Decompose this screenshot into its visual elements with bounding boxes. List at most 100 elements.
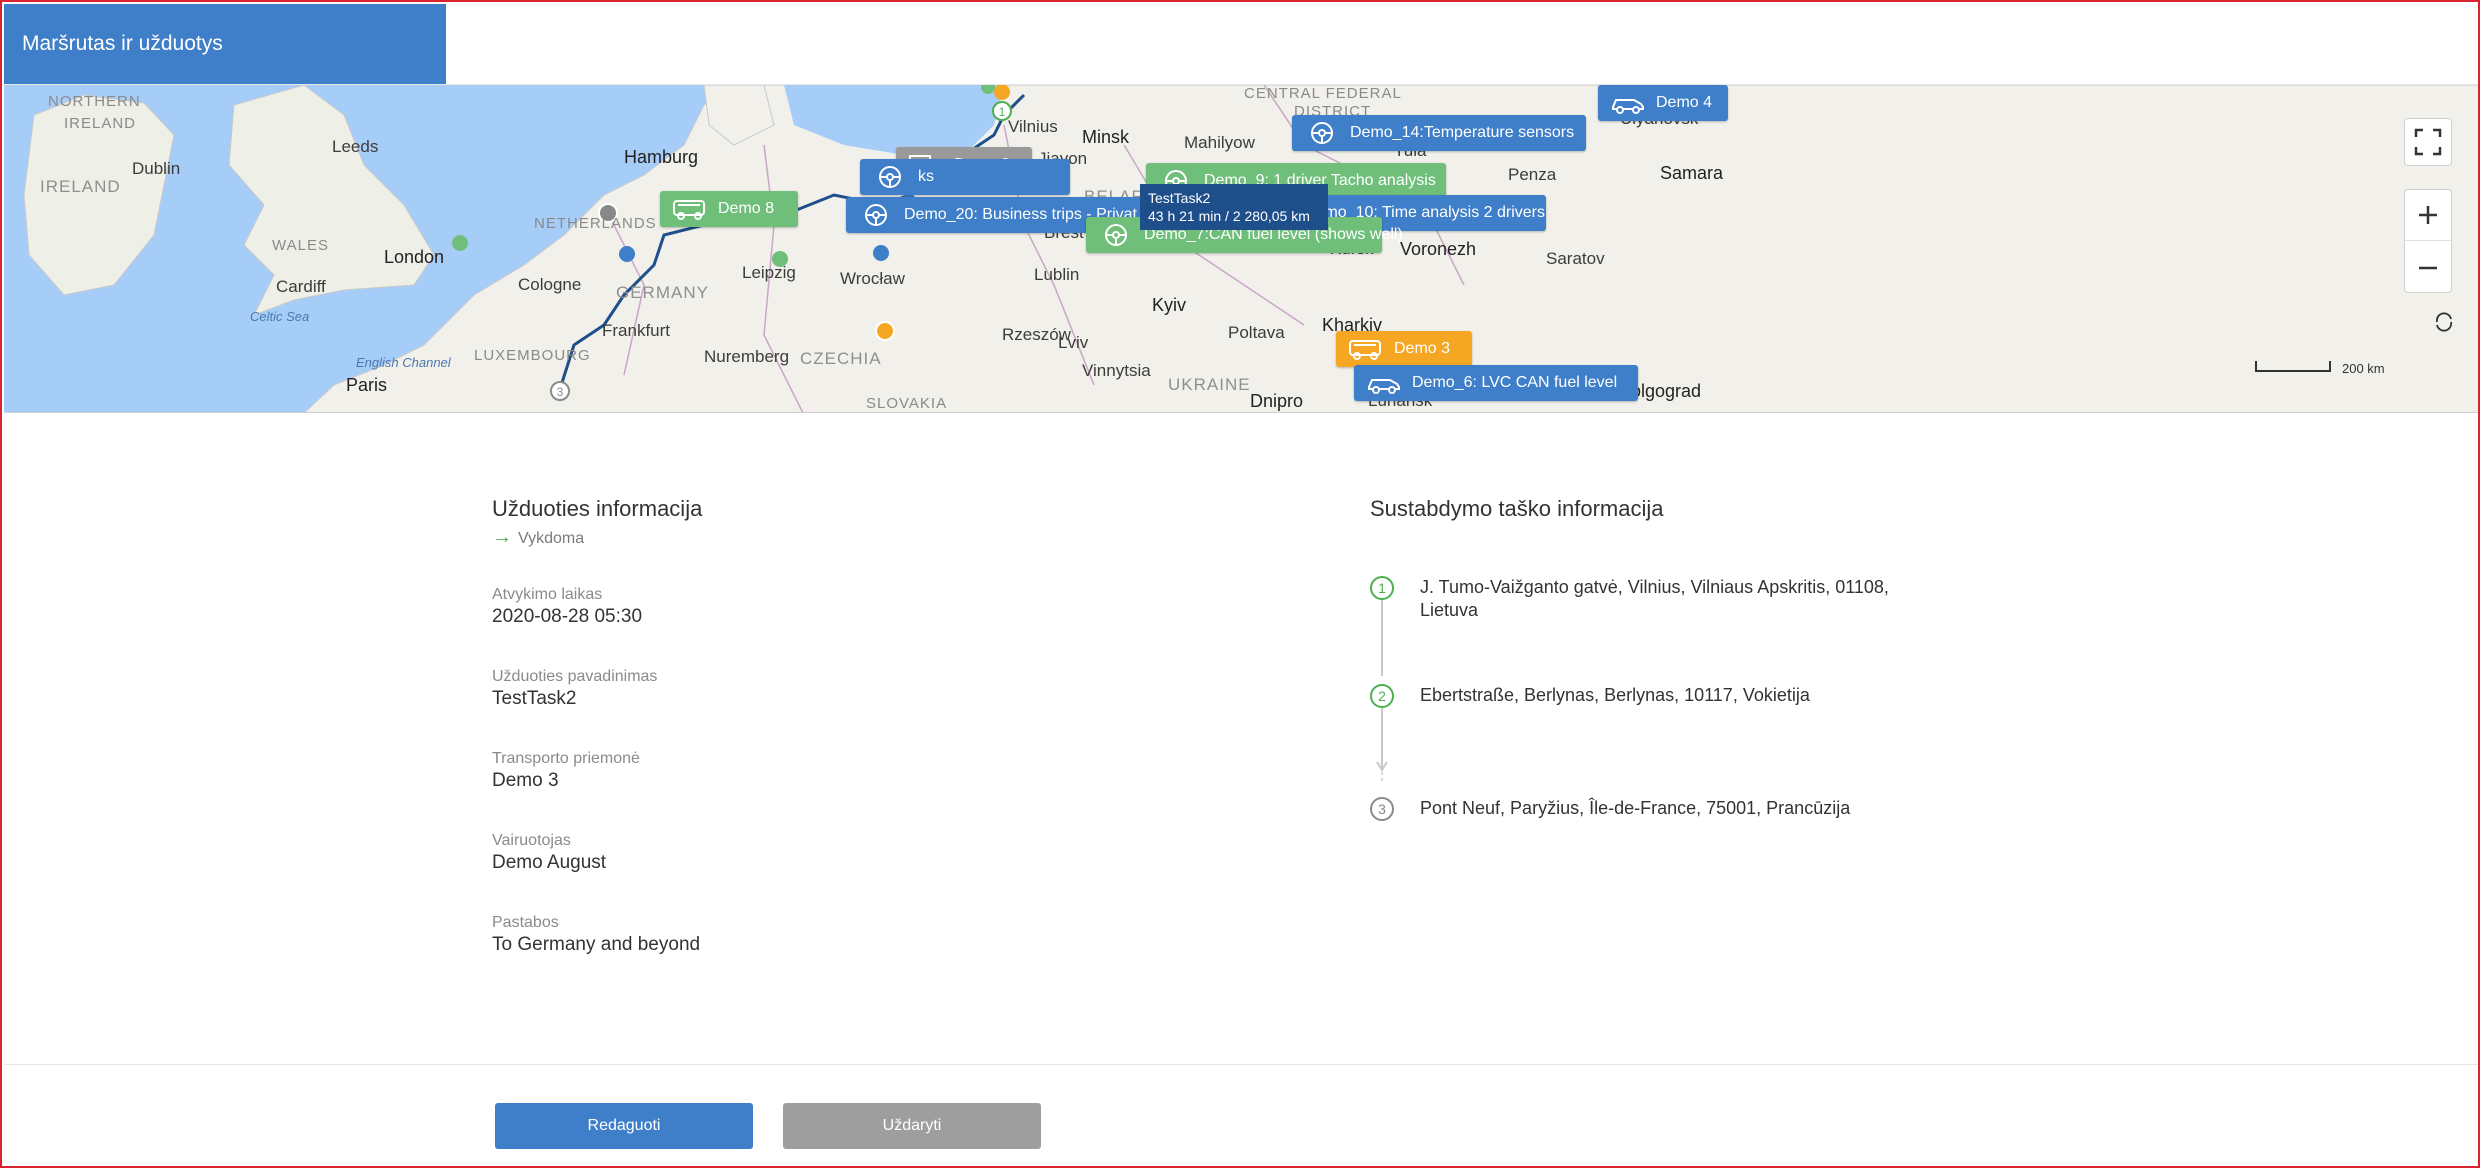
tooltip-detail: 43 h 21 min / 2 280,05 km [1148, 208, 1310, 224]
footer [4, 1064, 2478, 1166]
vehicle-label: Transporto priemonė [492, 750, 640, 767]
map-place-label: WALES [272, 237, 329, 254]
stop-number: 2 [1370, 684, 1394, 708]
map-place-label: London [384, 247, 445, 267]
arrow-right-icon: → [492, 526, 512, 548]
map-place-label: Leeds [332, 137, 379, 156]
edit-button[interactable]: Redaguoti [495, 1103, 753, 1149]
header: Maršrutas ir užduotys [2, 2, 2478, 85]
map-place-label: Celtic Sea [250, 309, 310, 324]
map-place-label: Poltava [1228, 323, 1285, 342]
vehicle-label-demo4[interactable]: Demo 4 [1598, 85, 1728, 121]
map-place-label: Kyiv [1152, 295, 1187, 315]
stop-connector [1381, 598, 1383, 676]
map-place-label: Minsk [1082, 127, 1130, 147]
map-place-label: Vinnytsia [1082, 361, 1151, 380]
minus-icon [2419, 266, 2437, 269]
task-info-title: Užduoties informacija [492, 496, 703, 521]
vehicle-label-demo14[interactable]: Demo_14:Temperature sensors [1292, 115, 1586, 151]
stop-number: 3 [1370, 797, 1394, 821]
stop-address: J. Tumo-Vaižganto gatvė, Vilnius, Vilnia… [1420, 577, 1889, 620]
map-place-label: IRELAND [64, 115, 137, 132]
close-button[interactable]: Uždaryti [783, 1103, 1041, 1149]
stop-connector [1381, 708, 1383, 760]
map-place-label: Dnipro [1250, 391, 1304, 411]
map-place-label: Wrocław [840, 269, 905, 288]
vehicle-label-demo_trucks[interactable]: ks [860, 159, 1070, 195]
vehicle-label-demo8[interactable]: Demo 8 [660, 191, 798, 227]
map-place-label: Cardiff [276, 277, 326, 296]
driver-label: Vairuotojas [492, 832, 571, 849]
notes-label: Pastabos [492, 914, 559, 931]
map-place-label: Nuremberg [704, 347, 790, 366]
bus-icon [672, 197, 708, 221]
steering-wheel-icon [1098, 223, 1134, 247]
map-place-label: Samara [1660, 163, 1724, 183]
refresh-icon [2435, 312, 2453, 332]
stop-number: 1 [1370, 576, 1394, 600]
plus-icon [2419, 206, 2437, 224]
car-icon [1610, 91, 1646, 115]
vehicle-label-text: Demo 8 [718, 200, 775, 217]
svg-text:3: 3 [557, 385, 564, 399]
zoom-in-button[interactable] [2405, 190, 2451, 241]
task-status-label: Vykdoma [518, 530, 585, 547]
map-view[interactable]: 3 1 NORTHERN IRELAND IRELAND Dublin Leeds WAL… [4, 85, 2478, 413]
vehicle-label-demo3[interactable]: Demo 3 [1336, 331, 1472, 367]
map-place-label: Lublin [1034, 265, 1080, 284]
map-place-label: Paris [346, 375, 388, 395]
map-place-label: Hamburg [624, 147, 699, 167]
stop-arrow-icon [1376, 754, 1388, 784]
map-place-label: UKRAINE [1168, 375, 1251, 394]
driver-value: Demo August [492, 852, 607, 873]
map-place-label: Vilnius [1008, 117, 1058, 136]
stop-address: Pont Neuf, Paryžius, Île-de-France, 7500… [1420, 798, 1851, 818]
task-name-label: Užduoties pavadinimas [492, 668, 658, 685]
arrival-time-label: Atvykimo laikas [492, 586, 603, 603]
map-place-label: Voronezh [1400, 239, 1477, 259]
map-place-label: Penza [1508, 165, 1557, 184]
map-place-label: NORTHERN [48, 93, 141, 110]
scale-label: 200 km [2342, 361, 2385, 376]
app-frame: Maršrutas ir užduotys 3 1 NORTHERN IRELA… [0, 0, 2480, 1168]
zoom-out-button[interactable] [2405, 242, 2451, 293]
map-place-label: Frankfurt [602, 321, 671, 340]
map-place-label: CZECHIA [800, 349, 882, 368]
map-place-label: Mahilyow [1184, 133, 1255, 152]
map-place-label: Leipzig [742, 263, 796, 282]
map-place-label: NETHERLANDS [534, 215, 657, 232]
map-place-label: CENTRAL FEDERAL [1244, 85, 1402, 102]
vehicle-label-text: Demo_6: LVC CAN fuel level [1412, 374, 1618, 391]
fullscreen-icon [2414, 128, 2442, 156]
steering-wheel-icon [1304, 121, 1340, 145]
map-place-label: SLOVAKIA [866, 395, 948, 412]
fullscreen-button[interactable] [2404, 118, 2452, 166]
stop-info-title: Sustabdymo taško informacija [1370, 496, 1664, 521]
scale-bar [2255, 361, 2331, 372]
map-place-label: Dublin [132, 159, 181, 178]
route-tooltip: TestTask2 43 h 21 min / 2 280,05 km [1140, 184, 1328, 230]
page-title: Maršrutas ir užduotys [4, 4, 446, 84]
bus-icon [1348, 337, 1384, 361]
arrival-time-value: 2020-08-28 05:30 [492, 606, 643, 627]
steering-wheel-icon [872, 165, 908, 189]
task-status: → Vykdoma [492, 526, 584, 549]
vehicle-label-text: Demo_14:Temperature sensors [1350, 124, 1575, 141]
stop-address: Ebertstraße, Berlynas, Berlynas, 10117, … [1420, 685, 1810, 705]
map-place-label: Saratov [1546, 249, 1605, 268]
task-name-value: TestTask2 [492, 688, 577, 709]
steering-wheel-icon [858, 203, 894, 227]
vehicle-label-text: Demo 3 [1394, 340, 1451, 357]
vehicle-label-text: ks [918, 168, 934, 185]
map-place-label: Cologne [518, 275, 582, 294]
vehicle-label-demo6[interactable]: Demo_6: LVC CAN fuel level [1354, 365, 1638, 401]
zoom-control [2404, 189, 2452, 293]
map-place-label: LUXEMBOURG [474, 347, 591, 364]
tooltip-title: TestTask2 [1148, 190, 1211, 206]
vehicle-label-text: Demo 4 [1656, 94, 1713, 111]
map-place-label: IRELAND [40, 177, 121, 196]
notes-value: To Germany and beyond [492, 934, 701, 955]
reset-view-button[interactable] [2428, 306, 2460, 338]
map-place-label: Lviv [1058, 333, 1089, 352]
map-place-label: GERMANY [616, 283, 709, 302]
